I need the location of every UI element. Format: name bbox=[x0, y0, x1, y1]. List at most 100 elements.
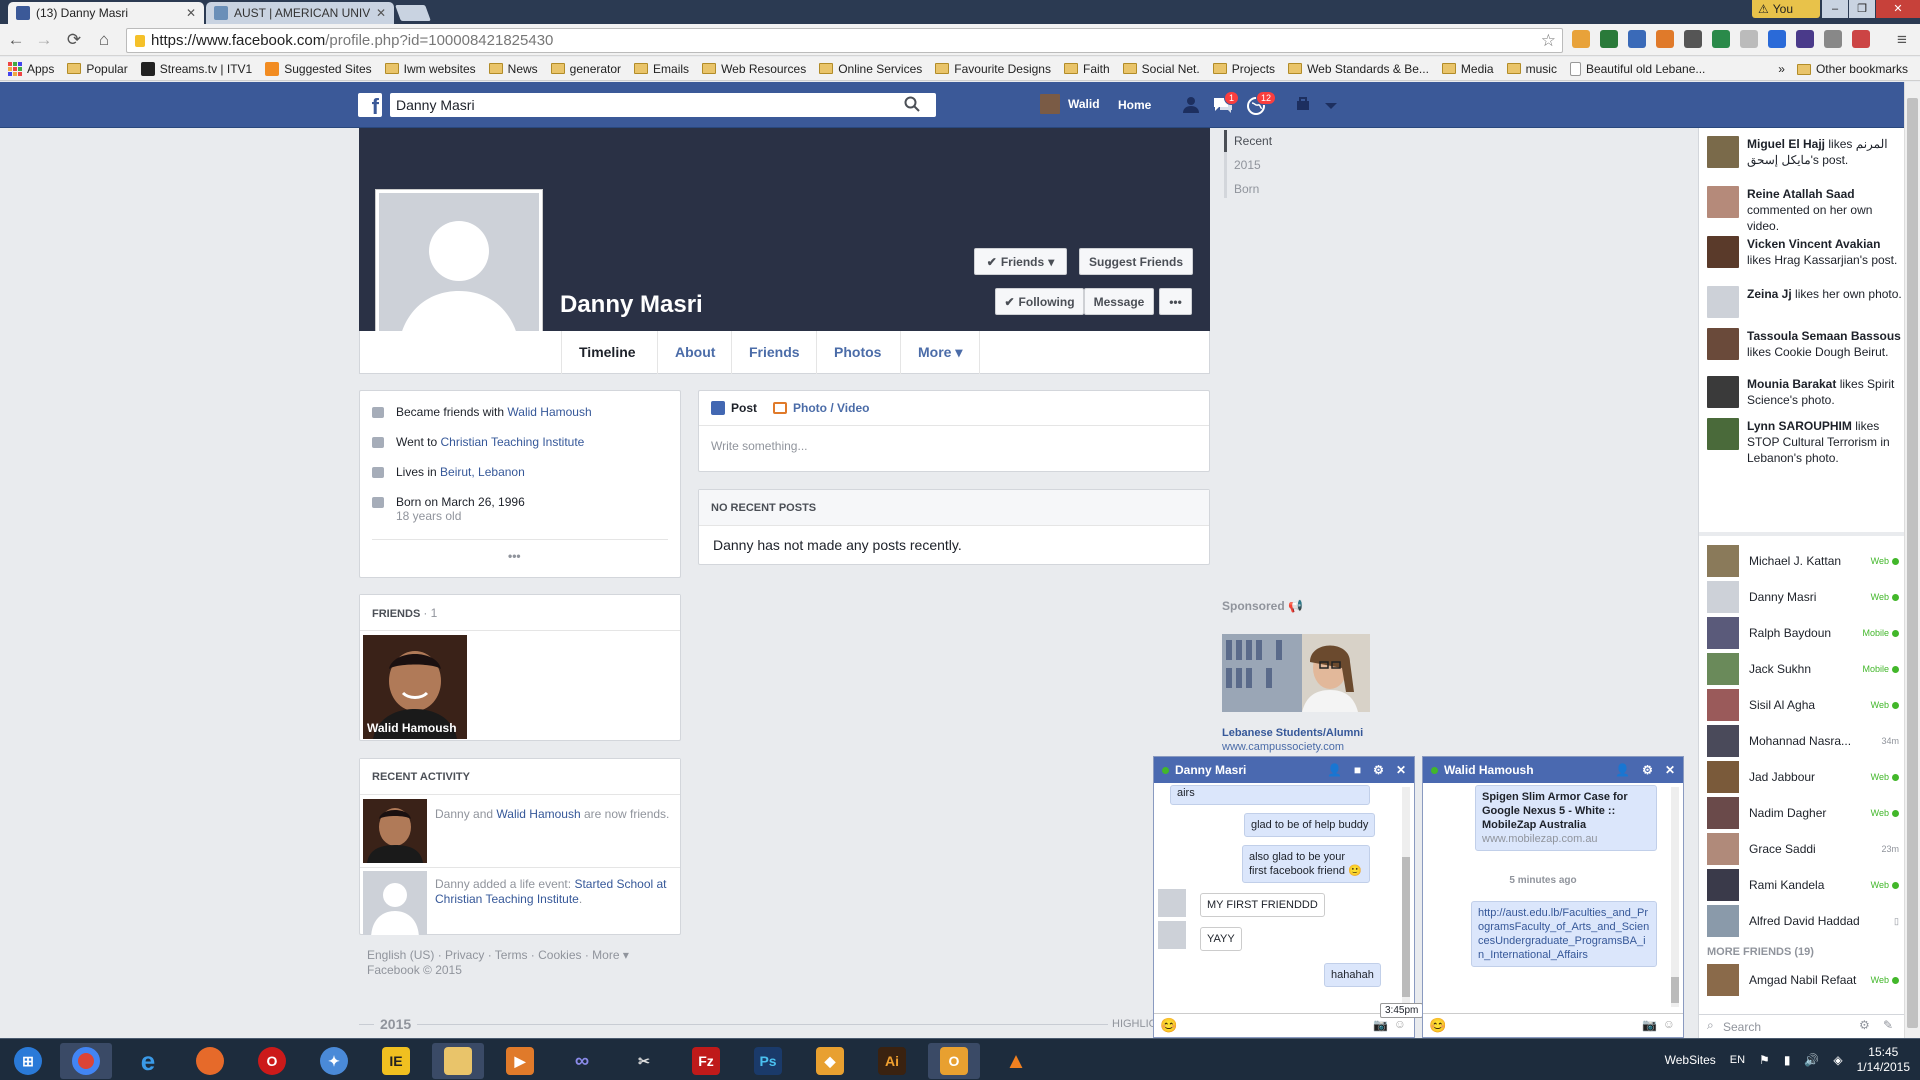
back-arrow-icon[interactable]: ← bbox=[6, 30, 26, 50]
tab-more[interactable]: More ▾ bbox=[900, 331, 981, 374]
extension-icon[interactable] bbox=[1824, 30, 1842, 48]
chat-scrollbar[interactable] bbox=[1402, 787, 1410, 1007]
composer-input[interactable]: Write something... bbox=[699, 426, 1209, 466]
privacy-shortcuts-icon[interactable] bbox=[1294, 95, 1316, 115]
chrome-menu-icon[interactable]: ≡ bbox=[1892, 30, 1912, 50]
messages-jewel[interactable]: 1 bbox=[1212, 91, 1240, 115]
flag-icon[interactable]: ⚑ bbox=[1759, 1053, 1770, 1067]
bookmark-folder[interactable]: Iwm websites bbox=[384, 62, 476, 76]
school-link[interactable]: Christian Teaching Institute bbox=[440, 435, 584, 449]
close-tab-icon[interactable]: ✕ bbox=[186, 6, 196, 20]
ticker-item[interactable]: Reine Atallah Saad commented on her own … bbox=[1707, 186, 1903, 234]
chat-window-header[interactable]: Walid Hamoush 👤 ⚙ ✕ bbox=[1423, 757, 1683, 783]
bookmark-item[interactable]: Beautiful old Lebane... bbox=[1569, 61, 1705, 76]
start-button[interactable]: ⊞ bbox=[2, 1043, 54, 1079]
friend-requests-icon[interactable] bbox=[1182, 95, 1204, 115]
chat-friend-row[interactable]: Alfred David Haddad ▯ bbox=[1707, 905, 1899, 937]
chat-friend-row[interactable]: Grace Saddi 23m bbox=[1707, 833, 1899, 865]
composer-photo-tab[interactable]: Photo / Video bbox=[773, 401, 869, 415]
footer-links[interactable]: English (US) · Privacy · Terms · Cookies… bbox=[367, 948, 629, 962]
add-friend-icon[interactable]: 👤 bbox=[1327, 763, 1342, 777]
taskbar-photoshop[interactable]: Ps bbox=[742, 1043, 794, 1079]
friends-box-title[interactable]: FRIENDS bbox=[372, 608, 420, 620]
intro-more-button[interactable]: ••• bbox=[508, 549, 521, 563]
taskbar-app[interactable]: ∞ bbox=[556, 1043, 608, 1079]
suggest-friends-button[interactable]: Suggest Friends bbox=[1079, 248, 1193, 275]
more-options-button[interactable]: ••• bbox=[1159, 288, 1192, 315]
chat-search-input[interactable]: Search bbox=[1699, 1014, 1905, 1038]
message-button[interactable]: Message bbox=[1084, 288, 1154, 315]
taskbar-ie[interactable]: e bbox=[122, 1043, 174, 1079]
volume-icon[interactable]: 🔊 bbox=[1804, 1053, 1819, 1067]
close-tab-icon[interactable]: ✕ bbox=[376, 6, 386, 20]
sponsored-image[interactable] bbox=[1222, 634, 1370, 712]
chat-friend-row[interactable]: Ralph Baydoun Mobile bbox=[1707, 617, 1899, 649]
bookmark-folder[interactable]: Media bbox=[1441, 62, 1494, 76]
tab-friends[interactable]: Friends bbox=[731, 331, 817, 374]
chat-friend-row[interactable]: Sisil Al Agha Web bbox=[1707, 689, 1899, 721]
forward-arrow-icon[interactable]: → bbox=[34, 30, 54, 50]
browser-tab-active[interactable]: (13) Danny Masri ✕ bbox=[8, 2, 204, 24]
extension-icon[interactable] bbox=[1628, 30, 1646, 48]
extension-icon[interactable] bbox=[1712, 30, 1730, 48]
bookmark-folder[interactable]: Emails bbox=[634, 62, 689, 76]
chat-message-input[interactable]: 😊 📷 ☺ bbox=[1423, 1013, 1683, 1037]
bookmark-star-icon[interactable]: ☆ bbox=[1541, 31, 1556, 51]
taskbar-explorer[interactable] bbox=[432, 1043, 484, 1079]
scroll-thumb[interactable] bbox=[1671, 977, 1679, 1003]
composer-post-tab[interactable]: Post bbox=[711, 401, 757, 415]
bookmark-folder[interactable]: Social Net. bbox=[1122, 62, 1200, 76]
chat-scrollbar[interactable] bbox=[1671, 787, 1679, 1007]
facebook-logo-icon[interactable]: f bbox=[358, 93, 382, 119]
bookmark-item[interactable]: Streams.tv | ITV1 bbox=[140, 61, 252, 76]
gear-icon[interactable]: ⚙ bbox=[1373, 763, 1384, 777]
extension-icon[interactable] bbox=[1600, 30, 1618, 48]
scroll-thumb[interactable] bbox=[1907, 98, 1918, 1028]
taskbar-vlc[interactable]: ▲ bbox=[990, 1043, 1042, 1079]
compose-icon[interactable]: ✎ bbox=[1883, 1018, 1893, 1032]
bookmark-folder[interactable]: Faith bbox=[1063, 62, 1110, 76]
taskbar-firefox[interactable] bbox=[184, 1043, 236, 1079]
bookmark-folder[interactable]: Online Services bbox=[819, 62, 922, 76]
chrome-user-badge[interactable]: ⚠ You bbox=[1752, 0, 1820, 18]
ticker-item[interactable]: Miguel El Hajj likes المرنم مايكل إسحق's… bbox=[1707, 136, 1903, 168]
scroll-thumb[interactable] bbox=[1402, 857, 1410, 997]
taskbar-outlook[interactable]: O bbox=[928, 1043, 980, 1079]
close-window-button[interactable]: ✕ bbox=[1876, 0, 1920, 18]
bookmark-folder[interactable]: music bbox=[1506, 62, 1557, 76]
chat-friend-row[interactable]: Rami Kandela Web bbox=[1707, 869, 1899, 901]
taskbar-filezilla[interactable]: Fz bbox=[680, 1043, 732, 1079]
taskbar-media-player[interactable]: ▶ bbox=[494, 1043, 546, 1079]
extension-icon[interactable] bbox=[1684, 30, 1702, 48]
close-icon[interactable]: ✕ bbox=[1665, 763, 1675, 777]
taskbar-app[interactable]: ◆ bbox=[804, 1043, 856, 1079]
bookmarks-overflow-button[interactable]: » bbox=[1778, 62, 1785, 76]
header-profile-link[interactable]: Walid bbox=[1040, 94, 1100, 114]
smiley-icon[interactable]: ☺ bbox=[1394, 1017, 1406, 1031]
chat-friend-row[interactable]: Michael J. Kattan Web bbox=[1707, 545, 1899, 577]
following-button[interactable]: ✔ Following bbox=[995, 288, 1084, 315]
minimize-button[interactable]: – bbox=[1822, 0, 1848, 18]
bookmark-folder[interactable]: News bbox=[488, 62, 538, 76]
search-icon[interactable] bbox=[904, 96, 920, 112]
bookmark-folder[interactable]: Web Standards & Be... bbox=[1288, 62, 1429, 76]
bookmark-folder[interactable]: Projects bbox=[1212, 62, 1275, 76]
ticker-item[interactable]: Tassoula Semaan Bassous likes Cookie Dou… bbox=[1707, 328, 1903, 360]
chat-friend-row[interactable]: Danny Masri Web bbox=[1707, 581, 1899, 613]
extension-icon[interactable] bbox=[1852, 30, 1870, 48]
emoticon-icon[interactable]: 😊 bbox=[1429, 1017, 1446, 1034]
ticker-item[interactable]: Vicken Vincent Avakian likes Hrag Kassar… bbox=[1707, 236, 1903, 268]
taskbar-opera[interactable]: O bbox=[246, 1043, 298, 1079]
timeline-nav-2015[interactable]: 2015 bbox=[1234, 158, 1261, 172]
camera-icon[interactable]: 📷 bbox=[1373, 1018, 1388, 1032]
search-input[interactable]: Danny Masri bbox=[390, 93, 936, 117]
language-indicator[interactable]: EN bbox=[1730, 1054, 1745, 1066]
extension-icon[interactable] bbox=[1656, 30, 1674, 48]
bookmark-folder[interactable]: Favourite Designs bbox=[935, 62, 1051, 76]
sponsored-title[interactable]: Lebanese Students/Alumni bbox=[1222, 727, 1363, 739]
extension-icon[interactable] bbox=[1768, 30, 1786, 48]
ticker-item[interactable]: Mounia Barakat likes Spirit Science's ph… bbox=[1707, 376, 1903, 408]
tab-photos[interactable]: Photos bbox=[816, 331, 898, 374]
chevron-down-icon[interactable] bbox=[1320, 95, 1342, 115]
home-icon[interactable]: ⌂ bbox=[94, 30, 114, 50]
